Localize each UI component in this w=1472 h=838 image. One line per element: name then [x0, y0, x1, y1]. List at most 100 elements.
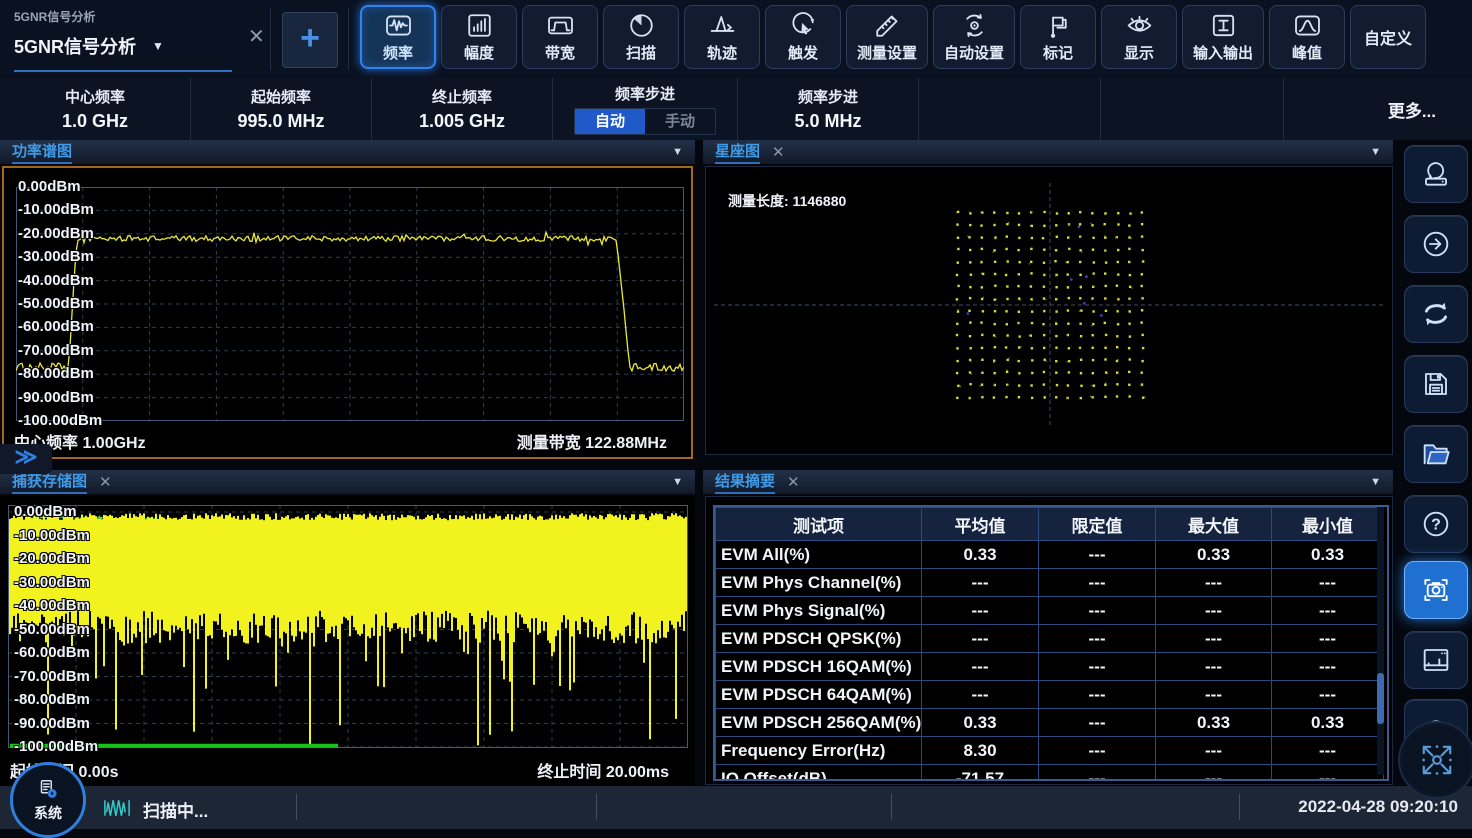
toolbar-button-标记[interactable]: 标记 [1020, 5, 1096, 69]
table-cell: --- [1272, 653, 1384, 681]
setting-value: 995.0 MHz [237, 111, 324, 132]
help-button[interactable]: ? [1404, 495, 1468, 553]
table-cell: --- [922, 653, 1039, 681]
table-cell: --- [1156, 681, 1272, 709]
table-cell: --- [1039, 597, 1156, 625]
y-tick-label: -70.00dBm [14, 668, 90, 685]
panel-constellation: 星座图 ✕ ▼ 测量长度: 1146880 [703, 140, 1393, 455]
table-row[interactable]: EVM PDSCH 256QAM(%)0.33---0.330.33 [716, 709, 1384, 737]
y-tick-label: -80.00dBm [14, 691, 90, 708]
toggle-option-手动[interactable]: 手动 [645, 109, 715, 134]
window-layout-button[interactable] [1404, 631, 1468, 689]
table-header: 最大值 [1156, 508, 1272, 541]
toolbar-button-显示[interactable]: 显示 [1101, 5, 1177, 69]
navigation-cross-button[interactable] [1400, 723, 1472, 797]
table-row[interactable]: EVM PDSCH 16QAM(%)------------ [716, 653, 1384, 681]
table-cell: --- [1039, 541, 1156, 569]
toolbar-button-label: 自动设置 [944, 42, 1004, 63]
settings-col-中心频率[interactable]: 中心频率 1.0 GHz [0, 78, 190, 140]
marker-icon [1044, 11, 1073, 40]
table-scrollbar[interactable] [1377, 507, 1384, 775]
settings-col-起始频率[interactable]: 起始频率995.0 MHz [190, 78, 371, 140]
toolbar-button-轨迹[interactable]: 轨迹 [684, 5, 760, 69]
sweep-status-icon [100, 797, 134, 819]
table-cell: --- [922, 625, 1039, 653]
toolbar-button-频率[interactable]: 频率 [360, 5, 436, 69]
toolbar-button-扫描[interactable]: 扫描 [603, 5, 679, 69]
divider [1239, 794, 1240, 820]
table-row[interactable]: EVM All(%)0.33---0.330.33 [716, 541, 1384, 569]
close-panel-icon[interactable]: ✕ [772, 143, 785, 161]
panel-constellation-titlebar[interactable]: 星座图 ✕ ▼ [703, 140, 1393, 165]
divider [296, 794, 297, 820]
toolbar-button-label: 输入输出 [1193, 42, 1253, 63]
chevron-down-icon[interactable]: ▼ [672, 476, 683, 488]
continue-run-button[interactable] [1404, 215, 1468, 273]
settings-col-频率步进[interactable]: 频率步进5.0 MHz [737, 78, 918, 140]
table-row[interactable]: EVM PDSCH QPSK(%)------------ [716, 625, 1384, 653]
restart-measure-button[interactable] [1404, 145, 1468, 203]
table-cell: 8.30 [922, 737, 1039, 765]
chevron-down-icon[interactable]: ▼ [1370, 146, 1381, 158]
settings-col-频率步进[interactable]: 频率步进自动手动 [552, 78, 737, 140]
scan-status-label: 扫描中... [143, 797, 208, 822]
toolbar-button-触发[interactable]: 触发 [765, 5, 841, 69]
panel-capture-titlebar[interactable]: 捕获存储图 ✕ ▼ [0, 470, 695, 495]
toolbar-button-自动设置[interactable]: 自动设置 [933, 5, 1015, 69]
settings-col-更多...[interactable]: 更多... [1283, 78, 1472, 140]
toggle-option-自动[interactable]: 自动 [575, 109, 645, 134]
table-cell: Frequency Error(Hz) [716, 737, 922, 765]
toolbar-button-带宽[interactable]: 带宽 [522, 5, 598, 69]
table-cell: 0.33 [1272, 709, 1384, 737]
table-cell: EVM Phys Signal(%) [716, 597, 922, 625]
table-row[interactable]: EVM Phys Channel(%)------------ [716, 569, 1384, 597]
toolbar-button-幅度[interactable]: 幅度 [441, 5, 517, 69]
chevron-down-icon[interactable]: ▼ [672, 146, 683, 158]
settings-col-终止频率[interactable]: 终止频率1.005 GHz [371, 78, 552, 140]
table-cell: --- [1156, 765, 1272, 782]
panel-summary-titlebar[interactable]: 结果摘要 ✕ ▼ [703, 470, 1393, 495]
settings-col-empty [1100, 78, 1283, 140]
table-row[interactable]: EVM Phys Signal(%)------------ [716, 597, 1384, 625]
close-panel-icon[interactable]: ✕ [99, 473, 112, 491]
table-cell: --- [1039, 737, 1156, 765]
close-panel-icon[interactable]: ✕ [787, 473, 800, 491]
table-cell: --- [1272, 569, 1384, 597]
chevron-down-icon[interactable]: ▼ [152, 39, 164, 53]
add-tab-button[interactable]: + [282, 12, 338, 68]
open-file-button[interactable] [1404, 425, 1468, 483]
table-cell: --- [1156, 653, 1272, 681]
refresh-button[interactable] [1404, 285, 1468, 343]
setting-label: 中心频率 [65, 86, 125, 107]
close-tab-icon[interactable]: ✕ [248, 24, 265, 49]
y-tick-label: -10.00dBm [18, 201, 94, 218]
table-row[interactable]: IQ Offset(dB)-71.57--------- [716, 765, 1384, 782]
panel-spectrum-titlebar[interactable]: 功率谱图 ▼ [0, 140, 695, 165]
freq-step-mode-toggle[interactable]: 自动手动 [574, 108, 716, 135]
table-cell: --- [1039, 569, 1156, 597]
toolbar-button-峰值[interactable]: 峰值 [1269, 5, 1345, 69]
system-button[interactable]: 系统 [10, 762, 86, 838]
table-row[interactable]: Frequency Error(Hz)8.30--------- [716, 737, 1384, 765]
setting-value: 1.005 GHz [419, 111, 505, 132]
expand-panel-handle[interactable]: ≫ [0, 444, 52, 474]
setting-label: 频率步进 [798, 86, 858, 107]
more-settings-button[interactable]: 更多... [1388, 97, 1436, 122]
toolbar-button-测量设置[interactable]: 测量设置 [846, 5, 928, 69]
save-file-button[interactable] [1404, 355, 1468, 413]
toolbar-button-自定义[interactable]: 自定义 [1350, 5, 1426, 69]
divider [270, 8, 271, 70]
y-tick-label: -40.00dBm [18, 272, 94, 289]
table-cell: EVM PDSCH 16QAM(%) [716, 653, 922, 681]
toolbar-button-输入输出[interactable]: 输入输出 [1182, 5, 1264, 69]
toolbar-button-label: 显示 [1124, 42, 1154, 63]
table-cell: --- [1039, 625, 1156, 653]
table-row[interactable]: EVM PDSCH 64QAM(%)------------ [716, 681, 1384, 709]
setting-value: 1.0 GHz [62, 111, 128, 132]
table-cell: --- [1272, 681, 1384, 709]
divider [596, 794, 597, 820]
screenshot-button[interactable] [1404, 561, 1468, 619]
measurement-tab[interactable]: 5GNR信号分析 5GNR信号分析▼ [14, 8, 232, 72]
chevron-down-icon[interactable]: ▼ [1370, 476, 1381, 488]
toolbar-button-label: 带宽 [545, 42, 575, 63]
